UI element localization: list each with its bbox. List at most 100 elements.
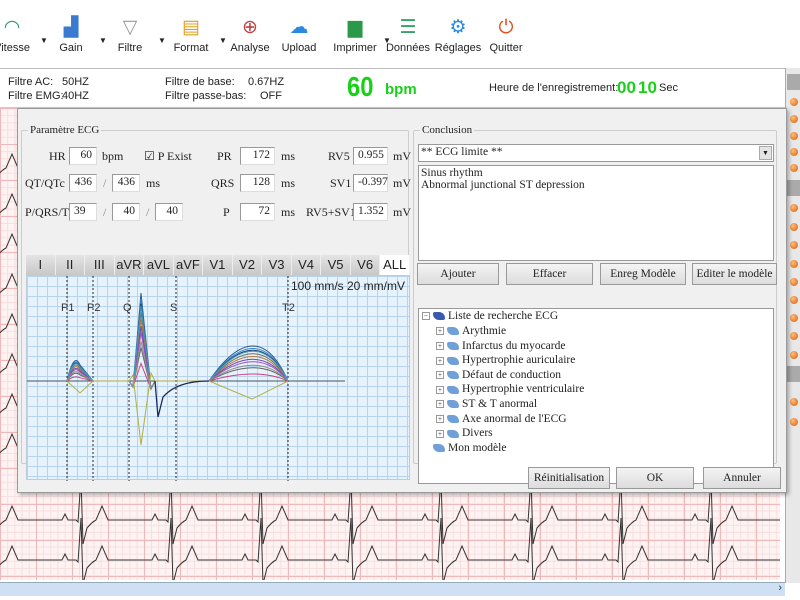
expand-icon[interactable]: + bbox=[436, 327, 444, 336]
tree-item[interactable]: + ST & T anormal bbox=[436, 398, 537, 410]
expand-icon[interactable]: + bbox=[436, 400, 444, 409]
tab-lead-ALL[interactable]: ALL bbox=[380, 255, 410, 275]
p-field[interactable]: 72 bbox=[240, 203, 275, 221]
lead-indicator-icon[interactable] bbox=[790, 278, 798, 286]
tree-item-my-template[interactable]: Mon modèle bbox=[433, 442, 506, 454]
sv1-label: SV1 bbox=[330, 176, 352, 190]
expand-icon[interactable]: + bbox=[436, 429, 444, 438]
lead-indicator-icon[interactable] bbox=[790, 164, 798, 172]
t-axis-field[interactable]: 40 bbox=[155, 203, 183, 221]
rv5-sv1-label: RV5+SV1 bbox=[306, 205, 356, 219]
expand-icon[interactable]: + bbox=[436, 371, 444, 380]
tree-item[interactable]: + Hypertrophie auriculaire bbox=[436, 354, 575, 366]
collapse-icon[interactable]: − bbox=[422, 312, 430, 321]
tab-lead-aVR[interactable]: aVR bbox=[114, 255, 145, 275]
filter-icon: ▽ bbox=[122, 17, 138, 38]
cancel-button[interactable]: Annuler bbox=[703, 467, 781, 489]
lead-indicator-icon[interactable] bbox=[790, 241, 798, 249]
book-icon bbox=[447, 385, 459, 394]
qt-field[interactable]: 436 bbox=[69, 174, 97, 192]
tree-item[interactable]: + Axe anormal de l'ECG bbox=[436, 413, 567, 425]
toolbar-filter-button[interactable]: ▽ Filtre bbox=[102, 14, 158, 54]
pr-field[interactable]: 172 bbox=[240, 147, 275, 165]
toolbar-printer-button[interactable]: ▆ Imprimer bbox=[327, 14, 383, 54]
tab-lead-V1[interactable]: V1 bbox=[203, 255, 233, 275]
tree-item[interactable]: + Hypertrophie ventriculaire bbox=[436, 383, 584, 395]
toolbar-cloud-upload-button[interactable]: ☁ Upload bbox=[271, 14, 327, 54]
qrs-axis-field[interactable]: 40 bbox=[112, 203, 140, 221]
toolbar-format-button[interactable]: ▤ Format bbox=[163, 14, 219, 54]
ac-filter-label: Filtre AC: bbox=[8, 76, 54, 88]
tree-item[interactable]: + Défaut de conduction bbox=[436, 369, 561, 381]
edit-template-button[interactable]: Editer le modèle bbox=[692, 263, 777, 285]
conclusion-select[interactable]: ** ECG limite ** ▼ bbox=[418, 144, 774, 162]
panel-separator bbox=[787, 180, 800, 196]
qtc-field[interactable]: 436 bbox=[112, 174, 140, 192]
emg-filter-value: 40HZ bbox=[62, 90, 89, 102]
tab-lead-V5[interactable]: V5 bbox=[321, 255, 351, 275]
toolbar-analyse-button[interactable]: ⊕ Analyse bbox=[222, 14, 278, 54]
lead-indicator-icon[interactable] bbox=[790, 332, 798, 340]
toolbar-gauge-button[interactable]: ◠ Vitesse bbox=[0, 14, 40, 54]
horizontal-scrollbar[interactable]: › bbox=[0, 582, 785, 596]
sv1-field[interactable]: -0.397 bbox=[353, 174, 388, 192]
toolbar-label: Gain bbox=[59, 42, 83, 54]
lead-indicator-icon[interactable] bbox=[790, 148, 798, 156]
toolbar-power-button[interactable]: ⏻ Quitter bbox=[478, 14, 534, 54]
p-axis-field[interactable]: 39 bbox=[69, 203, 97, 221]
lead-indicator-icon[interactable] bbox=[790, 296, 798, 304]
average-beat-trace-inverted bbox=[66, 371, 289, 446]
ecg-search-tree: − Liste de recherche ECG + Arythmie + Infarct… bbox=[418, 308, 774, 484]
lead-indicator-icon[interactable] bbox=[790, 418, 798, 426]
tab-lead-aVL[interactable]: aVL bbox=[144, 255, 174, 275]
tree-root[interactable]: − Liste de recherche ECG bbox=[422, 310, 558, 322]
marker-label: S bbox=[170, 302, 177, 314]
add-button[interactable]: Ajouter bbox=[417, 263, 499, 285]
lead-indicator-icon[interactable] bbox=[790, 204, 798, 212]
tab-lead-I[interactable]: I bbox=[26, 255, 56, 275]
marker-label: Q bbox=[123, 302, 132, 314]
lead-indicator-icon[interactable] bbox=[790, 223, 798, 231]
expand-icon[interactable]: + bbox=[436, 341, 444, 350]
tab-lead-V4[interactable]: V4 bbox=[291, 255, 322, 275]
open-book-icon bbox=[433, 312, 445, 321]
save-template-button[interactable]: Enreg Modèle bbox=[600, 263, 686, 285]
tree-item[interactable]: + Arythmie bbox=[436, 325, 506, 337]
expand-icon[interactable]: + bbox=[436, 356, 444, 365]
expand-icon[interactable]: + bbox=[436, 414, 444, 423]
ok-button[interactable]: OK bbox=[616, 467, 694, 489]
heart-rate-value: 60 bbox=[347, 71, 374, 102]
qrs-field[interactable]: 128 bbox=[240, 174, 275, 192]
clear-button[interactable]: Effacer bbox=[506, 263, 593, 285]
rv5-sv1-field[interactable]: 1.352 bbox=[353, 203, 388, 221]
tab-lead-V6[interactable]: V6 bbox=[350, 255, 381, 275]
lead-indicator-icon[interactable] bbox=[790, 314, 798, 322]
gauge-icon: ◠ bbox=[3, 17, 21, 38]
scroll-right-icon[interactable]: › bbox=[778, 582, 782, 594]
lead-indicator-icon[interactable] bbox=[790, 351, 798, 359]
toolbar-signal-bars-button[interactable]: ▟ Gain bbox=[43, 14, 99, 54]
axis-separator-1: / bbox=[103, 205, 107, 219]
conclusion-text-area[interactable]: Sinus rhythm Abnormal junctional ST depr… bbox=[418, 165, 774, 261]
reset-button[interactable]: Réinitialisation bbox=[528, 467, 610, 489]
tab-lead-aVF[interactable]: aVF bbox=[173, 255, 204, 275]
chevron-down-icon[interactable]: ▼ bbox=[759, 146, 772, 160]
tree-item[interactable]: + Divers bbox=[436, 427, 493, 439]
lead-indicator-icon[interactable] bbox=[790, 115, 798, 123]
tab-lead-II[interactable]: II bbox=[55, 255, 86, 275]
p-exist-checkbox[interactable]: ☑ P Exist bbox=[144, 149, 192, 164]
rv5-field[interactable]: 0.955 bbox=[353, 147, 388, 165]
expand-icon[interactable]: + bbox=[436, 385, 444, 394]
lead-indicator-icon[interactable] bbox=[790, 260, 798, 268]
lead-indicator-icon[interactable] bbox=[790, 398, 798, 406]
toolbar-database-button[interactable]: ☰ Données bbox=[380, 14, 436, 54]
recording-minutes: 00 bbox=[617, 78, 636, 97]
tab-lead-V3[interactable]: V3 bbox=[262, 255, 292, 275]
tree-item[interactable]: + Infarctus du myocarde bbox=[436, 340, 565, 352]
lead-indicator-icon[interactable] bbox=[790, 132, 798, 140]
tab-lead-V2[interactable]: V2 bbox=[232, 255, 263, 275]
axis-separator-2: / bbox=[146, 205, 150, 219]
hr-field[interactable]: 60 bbox=[69, 147, 97, 165]
tab-lead-III[interactable]: III bbox=[85, 255, 115, 275]
lead-indicator-icon[interactable] bbox=[790, 98, 798, 106]
